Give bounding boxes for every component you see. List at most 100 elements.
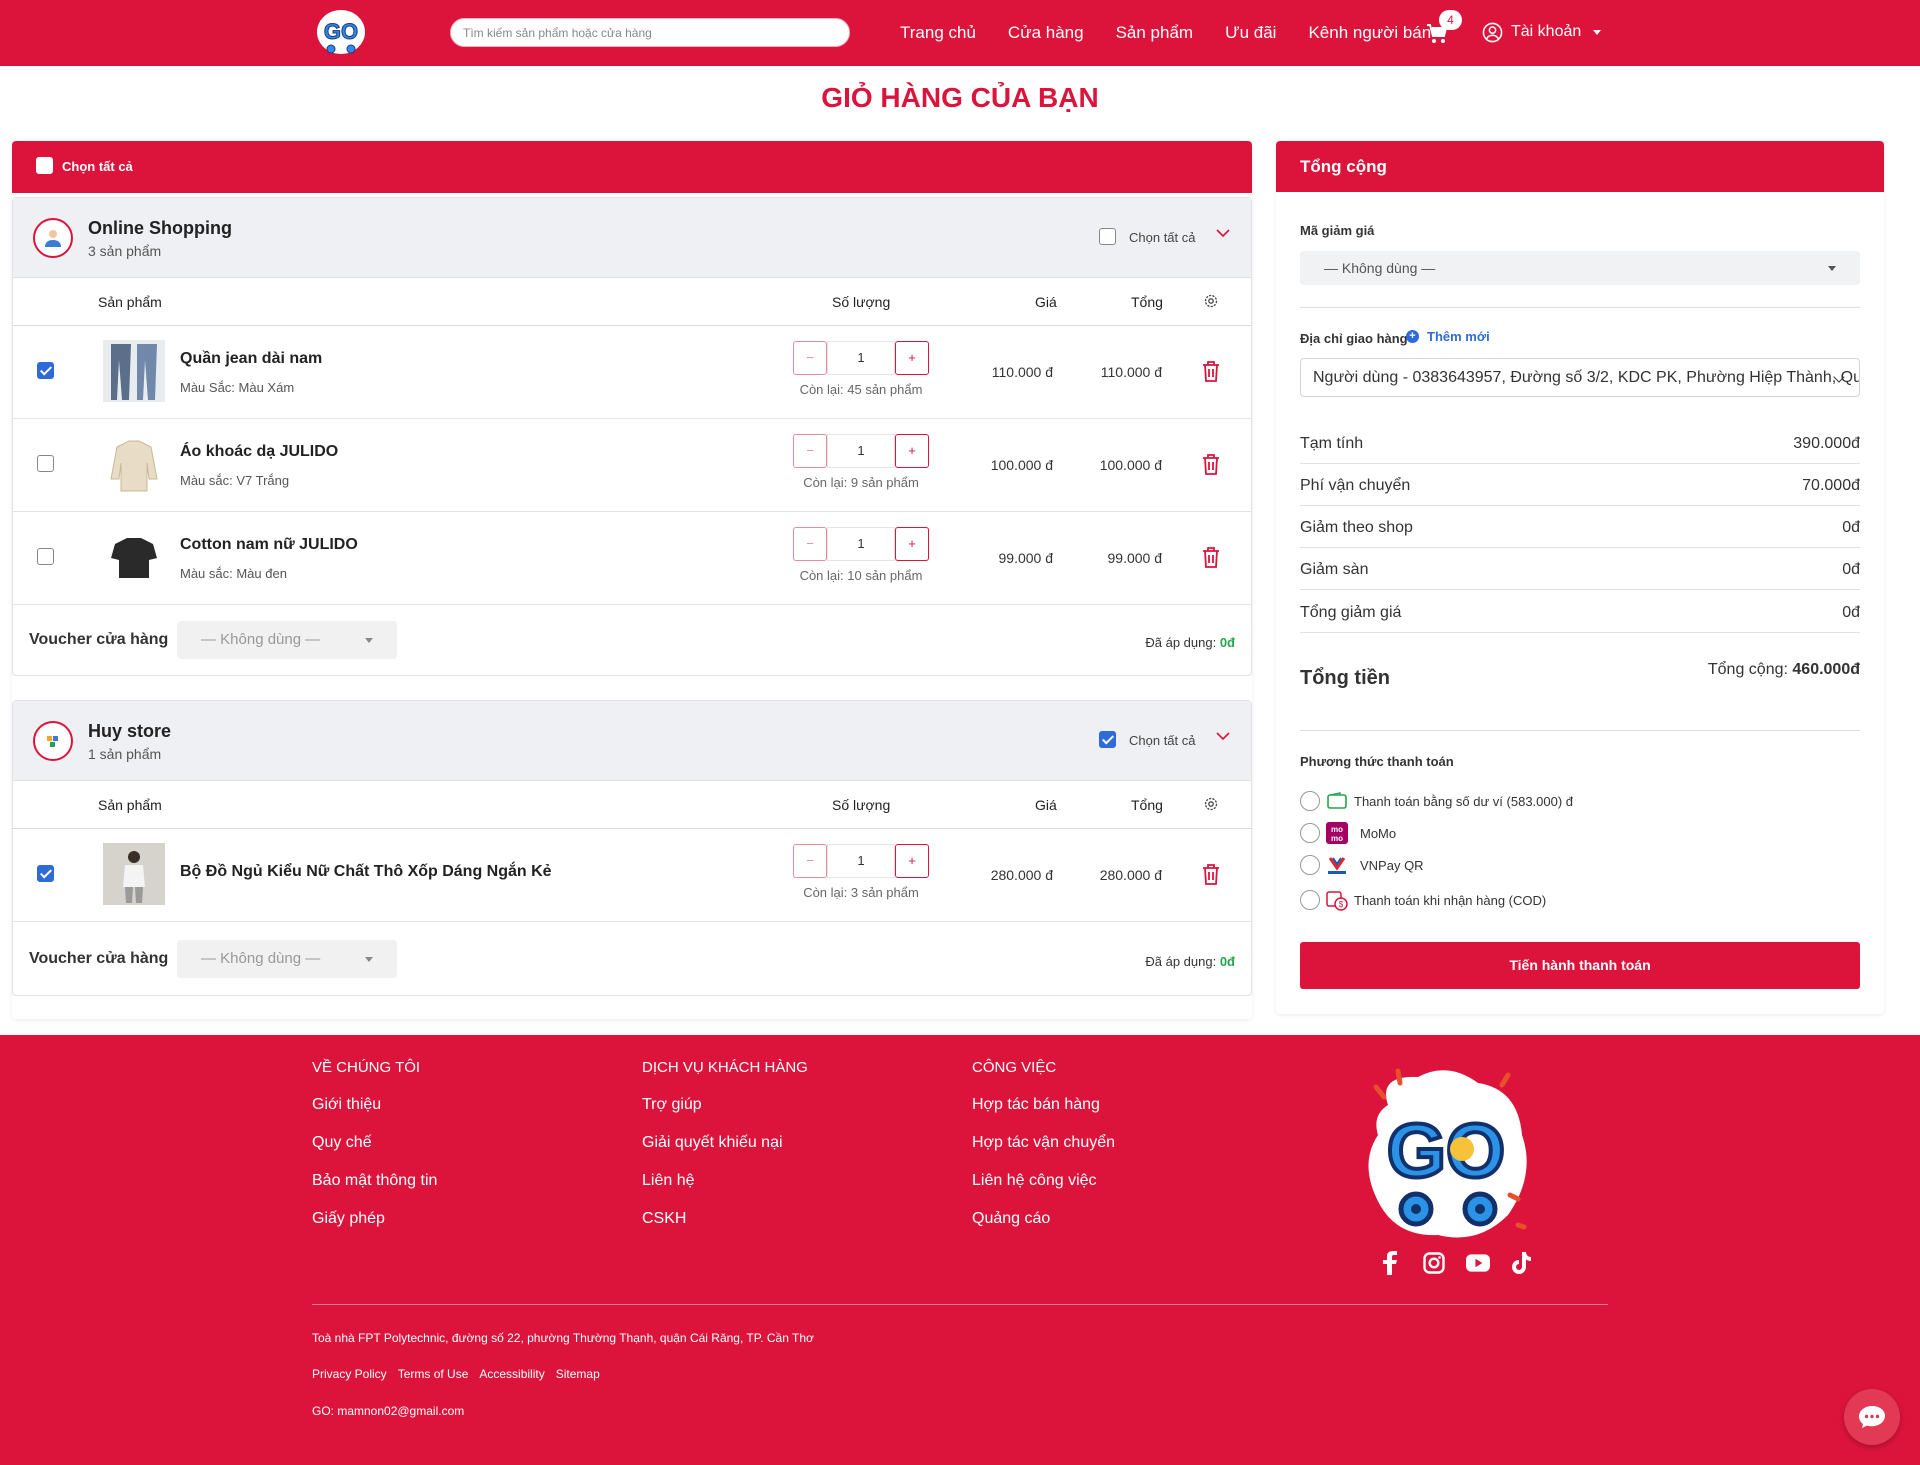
payment-radio[interactable] (1300, 890, 1320, 910)
payment-method-label: Phương thức thanh toán (1300, 754, 1454, 769)
facebook-icon[interactable] (1378, 1251, 1402, 1275)
item-checkbox[interactable] (37, 865, 54, 882)
footer-link[interactable]: Hợp tác vận chuyển (972, 1134, 1115, 1152)
nav-deals[interactable]: Ưu đãi (1225, 23, 1276, 43)
shop-avatar[interactable] (33, 218, 73, 258)
decrease-qty-button[interactable]: − (793, 527, 827, 561)
increase-qty-button[interactable]: + (895, 527, 929, 561)
trash-icon[interactable] (1200, 862, 1222, 886)
footer-link[interactable]: Giới thiệu (312, 1096, 437, 1114)
qty-value[interactable]: 1 (827, 527, 895, 561)
product-image[interactable] (103, 526, 165, 588)
footer-link[interactable]: Quảng cáo (972, 1210, 1115, 1228)
terms-link[interactable]: Terms of Use (398, 1367, 469, 1381)
item-checkbox[interactable] (37, 362, 54, 379)
instagram-icon[interactable] (1422, 1251, 1446, 1275)
product-name[interactable]: Quần jean dài nam (180, 350, 322, 368)
decrease-qty-button[interactable]: − (793, 434, 827, 468)
footer-legal-links: Privacy Policy Terms of Use Accessibilit… (312, 1367, 611, 1381)
shop-avatar[interactable] (33, 721, 73, 761)
vnpay-icon (1326, 854, 1348, 876)
summary-row-platform-discount: Giảm sàn 0đ (1300, 548, 1860, 590)
divider (1300, 307, 1860, 308)
payment-radio[interactable] (1300, 855, 1320, 875)
voucher-applied: Đã áp dụng: 0đ (1145, 954, 1235, 969)
footer-link[interactable]: Trợ giúp (642, 1096, 808, 1114)
product-image[interactable] (103, 843, 165, 905)
sitemap-link[interactable]: Sitemap (556, 1367, 600, 1381)
gear-icon[interactable] (1203, 796, 1219, 812)
payment-label: VNPay QR (1360, 857, 1424, 873)
tiktok-icon[interactable] (1510, 1251, 1534, 1275)
address-select[interactable]: Người dùng - 0383643957, Đường số 3/2, K… (1300, 358, 1860, 397)
stock-remaining: Còn lại: 9 sản phẩm (803, 475, 919, 490)
discount-code-select[interactable]: — Không dùng — (1300, 251, 1860, 285)
product-name[interactable]: Áo khoác dạ JULIDO (180, 443, 338, 461)
footer-link[interactable]: Hợp tác bán hàng (972, 1096, 1115, 1114)
product-image[interactable] (103, 340, 165, 402)
chat-button[interactable] (1844, 1389, 1900, 1445)
payment-option-momo[interactable]: mo mo MoMo (1300, 821, 1396, 845)
stock-remaining: Còn lại: 10 sản phẩm (799, 568, 923, 583)
gear-icon[interactable] (1203, 293, 1219, 309)
trash-icon[interactable] (1200, 545, 1222, 569)
chevron-down-icon[interactable] (1216, 729, 1230, 743)
payment-option-wallet[interactable]: Thanh toán bằng số dư ví (583.000) đ (1300, 789, 1573, 813)
nav-stores[interactable]: Cửa hàng (1008, 23, 1084, 43)
item-total: 280.000 đ (1099, 867, 1162, 883)
select-all-checkbox[interactable] (36, 157, 53, 174)
payment-radio[interactable] (1300, 791, 1320, 811)
item-total: 100.000 đ (1099, 457, 1162, 473)
shop-name[interactable]: Online Shopping (88, 218, 232, 239)
youtube-icon[interactable] (1466, 1251, 1490, 1275)
qty-value[interactable]: 1 (827, 341, 895, 375)
go-logo-icon[interactable]: GO (314, 8, 368, 58)
shop-select-all-checkbox[interactable] (1099, 731, 1116, 748)
chevron-down-icon[interactable] (1216, 226, 1230, 240)
product-name[interactable]: Cotton nam nữ JULIDO (180, 536, 358, 554)
decrease-qty-button[interactable]: − (793, 341, 827, 375)
shop-select-all-checkbox[interactable] (1099, 228, 1116, 245)
increase-qty-button[interactable]: + (895, 434, 929, 468)
footer-link[interactable]: Bảo mật thông tin (312, 1172, 437, 1190)
col-price: Giá (1035, 294, 1057, 310)
accessibility-link[interactable]: Accessibility (479, 1367, 544, 1381)
nav-seller[interactable]: Kênh người bán (1308, 23, 1431, 43)
voucher-select[interactable]: — Không dùng — (177, 940, 397, 978)
footer-link[interactable]: Giải quyết khiếu nại (642, 1134, 808, 1152)
summary-row-total-discount: Tổng giảm giá 0đ (1300, 591, 1860, 633)
account-menu[interactable]: Tài khoản (1482, 20, 1602, 44)
nav-home[interactable]: Trang chủ (900, 23, 976, 43)
footer-link[interactable]: Quy chế (312, 1134, 437, 1152)
product-image[interactable] (103, 433, 165, 495)
footer-address: Toà nhà FPT Polytechnic, đường số 22, ph… (312, 1331, 814, 1345)
privacy-policy-link[interactable]: Privacy Policy (312, 1367, 387, 1381)
qty-value[interactable]: 1 (827, 844, 895, 878)
shop-name[interactable]: Huy store (88, 721, 171, 742)
footer-link[interactable]: Giấy phép (312, 1210, 437, 1228)
payment-option-cod[interactable]: $ Thanh toán khi nhận hàng (COD) (1300, 888, 1546, 912)
item-total: 110.000 đ (1100, 364, 1162, 380)
trash-icon[interactable] (1200, 359, 1222, 383)
payment-radio[interactable] (1300, 823, 1320, 843)
product-name[interactable]: Bộ Đồ Ngủ Kiểu Nữ Chất Thô Xốp Dáng Ngắn… (180, 863, 552, 881)
payment-option-vnpay[interactable]: VNPay QR (1300, 853, 1424, 877)
trash-icon[interactable] (1200, 452, 1222, 476)
increase-qty-button[interactable]: + (895, 844, 929, 878)
search-input[interactable] (450, 18, 850, 47)
checkout-button[interactable]: Tiến hành thanh toán (1300, 942, 1860, 989)
footer-link[interactable]: CSKH (642, 1210, 808, 1228)
increase-qty-button[interactable]: + (895, 341, 929, 375)
footer-col-title: VỀ CHÚNG TÔI (312, 1059, 421, 1076)
footer-link[interactable]: Liên hệ (642, 1172, 808, 1190)
shop-voucher: Voucher cửa hàng — Không dùng — Đã áp dụ… (13, 922, 1251, 996)
summary-row-subtotal: Tạm tính 390.000đ (1300, 422, 1860, 464)
footer-link[interactable]: Liên hệ công việc (972, 1172, 1115, 1190)
voucher-select[interactable]: — Không dùng — (177, 621, 397, 659)
item-checkbox[interactable] (37, 548, 54, 565)
item-checkbox[interactable] (37, 455, 54, 472)
add-address-link[interactable]: + Thêm mới (1406, 329, 1490, 344)
nav-products[interactable]: Sản phẩm (1116, 23, 1194, 43)
qty-value[interactable]: 1 (827, 434, 895, 468)
decrease-qty-button[interactable]: − (793, 844, 827, 878)
